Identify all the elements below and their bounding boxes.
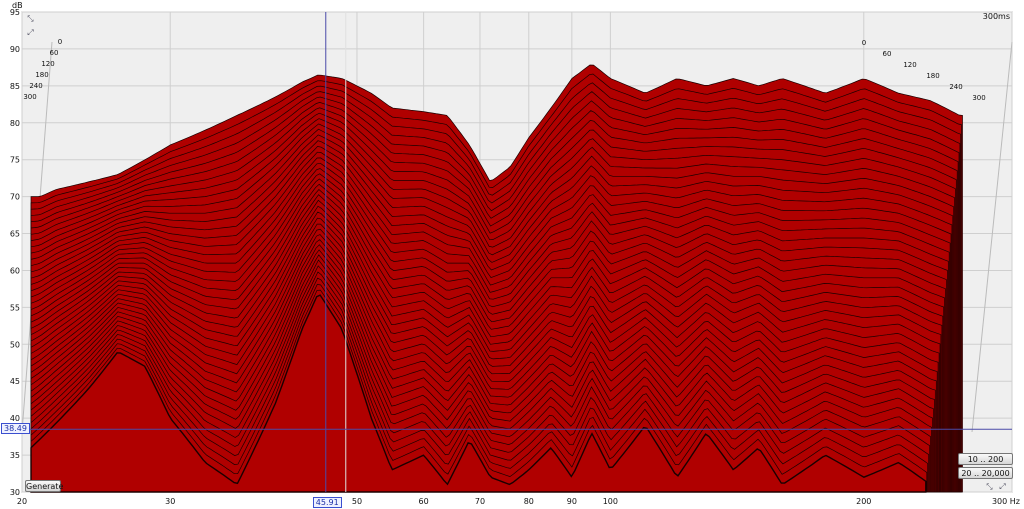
zoom-in-icon[interactable]: ⤡	[26, 14, 35, 23]
time-tick-left: 120	[41, 60, 54, 68]
time-tick-left: 0	[58, 38, 62, 46]
time-tick-left: 240	[29, 82, 42, 90]
time-tick-left: 60	[50, 49, 59, 57]
y-tick-label: 65	[10, 230, 20, 239]
x-tick-label: 100	[603, 497, 618, 506]
time-tick-right: 60	[883, 50, 892, 58]
time-axis-label: 300ms	[983, 12, 1010, 21]
x-tick-label: 300 Hz	[992, 497, 1020, 506]
y-tick-label: 55	[10, 303, 20, 312]
y-axis-label: dB	[12, 1, 23, 10]
cursor-frequency-readout: 45.91	[312, 497, 342, 508]
generate-button[interactable]: Generate	[25, 480, 63, 492]
time-tick-right: 300	[972, 94, 985, 102]
waterfall-chart[interactable]: 060120180240300060120180240300 20 30 50 60 7…	[0, 0, 1024, 509]
time-tick-right: 120	[903, 61, 916, 69]
y-tick-label: 45	[10, 377, 20, 386]
range-10-200-button[interactable]: 10 .. 200	[958, 453, 1013, 465]
y-tick-label: 35	[10, 451, 20, 460]
x-tick-label: 200	[856, 497, 871, 506]
x-axis: 20 30 50 60 70 80 90 100 200 300 Hz	[17, 497, 1020, 506]
y-tick-label: 40	[10, 414, 20, 423]
x-tick-label: 90	[567, 497, 577, 506]
zoom-x-in-icon[interactable]: ⤡	[985, 482, 994, 491]
time-tick-left: 180	[35, 71, 48, 79]
y-tick-label: 50	[10, 340, 20, 349]
x-tick-label: 20	[17, 497, 27, 506]
y-tick-label: 70	[10, 193, 20, 202]
range-20-20000-button[interactable]: 20 .. 20,000	[958, 467, 1013, 479]
y-tick-label: 85	[10, 82, 20, 91]
x-tick-label: 80	[524, 497, 534, 506]
x-tick-label: 50	[352, 497, 362, 506]
time-tick-right: 180	[926, 72, 939, 80]
time-tick-left: 300	[23, 93, 36, 101]
waterfall-plot-window: 0 60 120 180 240 300 0 60 120 180 240 300 20 30 50 60 7…	[0, 0, 1024, 509]
y-tick-label: 80	[10, 119, 20, 128]
y-tick-label: 90	[10, 45, 20, 54]
x-tick-label: 70	[475, 497, 485, 506]
y-tick-label: 75	[10, 156, 20, 165]
time-tick-right: 240	[949, 83, 962, 91]
time-tick-right: 0	[862, 39, 866, 47]
x-tick-label: 60	[419, 497, 429, 506]
zoom-out-icon[interactable]: ⤢	[26, 28, 35, 37]
y-tick-label: 60	[10, 266, 20, 275]
cursor-level-readout: 38.49	[1, 423, 30, 435]
x-tick-label: 30	[165, 497, 175, 506]
zoom-x-out-icon[interactable]: ⤢	[998, 482, 1007, 491]
y-tick-label: 30	[10, 488, 20, 497]
